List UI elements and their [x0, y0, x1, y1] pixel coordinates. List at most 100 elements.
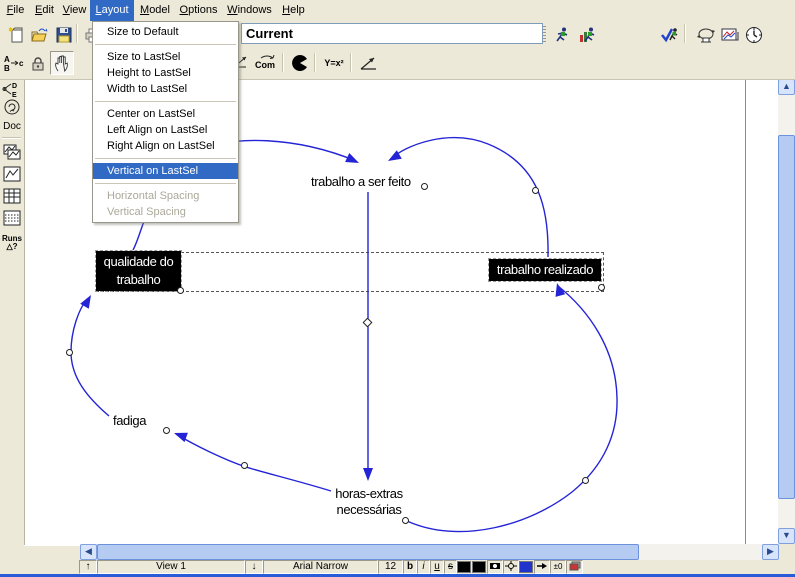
- text-color-swatch[interactable]: [457, 561, 471, 573]
- open-model-button[interactable]: [27, 23, 51, 47]
- menu-item-size-to-lastsel[interactable]: Size to LastSel: [93, 49, 238, 65]
- horizontal-scroll-thumb[interactable]: [97, 544, 639, 560]
- page-boundary-line: [745, 80, 746, 544]
- variable-handle[interactable]: [177, 287, 184, 294]
- lock-tool-button[interactable]: [26, 51, 50, 75]
- causal-loop-button[interactable]: [694, 23, 718, 47]
- table-time-down-button[interactable]: [1, 208, 23, 228]
- toolbar-separator: [684, 24, 686, 43]
- menu-windows[interactable]: Windows: [224, 0, 275, 21]
- menu-layout[interactable]: Layout: [90, 0, 134, 21]
- shape-style-button[interactable]: [487, 560, 503, 574]
- vensim-window: File Edit View Layout Model Options Wind…: [0, 0, 795, 577]
- scroll-right-button[interactable]: ▶: [762, 544, 779, 560]
- causes-strip-button[interactable]: [1, 142, 23, 162]
- font-name[interactable]: Arial Narrow: [263, 560, 378, 574]
- menu-item-horizontal-spacing[interactable]: Horizontal Spacing: [93, 188, 238, 204]
- scroll-down-button[interactable]: ▼: [778, 528, 795, 544]
- loops-button[interactable]: [1, 97, 23, 117]
- arc-handle[interactable]: [532, 187, 539, 194]
- runner-icon: [553, 26, 571, 44]
- menu-item-width-to-lastsel[interactable]: Width to LastSel: [93, 81, 238, 97]
- variable-handle[interactable]: [163, 427, 170, 434]
- graph-button[interactable]: [1, 164, 23, 184]
- variable-handle[interactable]: [421, 183, 428, 190]
- box-color-swatch[interactable]: [472, 561, 486, 573]
- new-page-icon: [8, 27, 25, 44]
- vertical-scrollbar[interactable]: ▲ ▼: [778, 79, 795, 544]
- simulate-button[interactable]: [550, 23, 574, 47]
- layout-menu: Size to Default Size to LastSel Height t…: [92, 21, 239, 223]
- menu-item-height-to-lastsel[interactable]: Height to LastSel: [93, 65, 238, 81]
- view-up-button[interactable]: ↑: [79, 560, 97, 574]
- save-model-button[interactable]: [52, 23, 76, 47]
- causes-tree-icon: D E: [2, 81, 22, 98]
- scroll-up-button[interactable]: ▲: [778, 79, 795, 95]
- arc-handle[interactable]: [582, 477, 589, 484]
- run-name-field[interactable]: Current: [241, 23, 543, 44]
- fill-color-swatch[interactable]: [519, 561, 533, 573]
- check-model-button[interactable]: [658, 23, 682, 47]
- menu-model[interactable]: Model: [137, 0, 173, 21]
- horizontal-scrollbar[interactable]: ◀ ▶: [80, 544, 778, 560]
- menu-item-vertical-on-lastsel[interactable]: Vertical on LastSel: [93, 163, 238, 179]
- arc-handle[interactable]: [66, 349, 73, 356]
- menu-view[interactable]: View: [60, 0, 89, 21]
- view-name[interactable]: View 1: [97, 560, 245, 574]
- variable-qualidade-do-trabalho[interactable]: qualidade do trabalho: [96, 251, 181, 291]
- window-layers-button[interactable]: [566, 560, 583, 574]
- delete-tool-button[interactable]: [288, 51, 312, 75]
- variable-trabalho-a-ser-feito[interactable]: trabalho a ser feito: [311, 174, 411, 189]
- toolbar-grip[interactable]: [543, 26, 546, 42]
- menu-edit[interactable]: Edit: [31, 0, 58, 21]
- arrow-style-button[interactable]: [534, 560, 550, 574]
- comment-tool-button[interactable]: Com: [252, 51, 280, 75]
- vertical-scroll-thumb[interactable]: [778, 135, 795, 499]
- time-axis-button[interactable]: [742, 23, 766, 47]
- arc-handle[interactable]: [241, 462, 248, 469]
- menu-help[interactable]: Help: [278, 0, 309, 21]
- variable-handle[interactable]: [598, 284, 605, 291]
- menu-item-size-to-default[interactable]: Size to Default: [93, 24, 238, 40]
- underline-button[interactable]: u: [430, 560, 444, 574]
- variable-handle[interactable]: [402, 517, 409, 524]
- graph-tool-button[interactable]: [718, 23, 742, 47]
- adjust-button[interactable]: ±0: [550, 560, 566, 574]
- variable-trabalho-realizado[interactable]: trabalho realizado: [489, 259, 601, 281]
- strike-button[interactable]: s: [444, 560, 457, 574]
- variable-tool-button[interactable]: A B c: [2, 51, 26, 75]
- causes-tree-button[interactable]: D E: [1, 79, 23, 99]
- check-runner-icon: [660, 26, 680, 44]
- analysis-toolbar: D E Doc: [0, 79, 25, 545]
- menu-item-center-on-lastsel[interactable]: Center on LastSel: [93, 106, 238, 122]
- font-size[interactable]: 12: [378, 560, 403, 574]
- table-button[interactable]: [1, 186, 23, 206]
- crosshair-icon: [505, 561, 517, 571]
- simulate-setup-button[interactable]: [576, 23, 600, 47]
- reference-mode-button[interactable]: [356, 51, 382, 75]
- svg-text:c: c: [19, 59, 24, 68]
- svg-text:B: B: [4, 64, 10, 73]
- move-tool-button[interactable]: [50, 51, 74, 75]
- position-button[interactable]: [503, 560, 519, 574]
- scroll-left-button[interactable]: ◀: [80, 544, 97, 560]
- menu-options[interactable]: Options: [176, 0, 221, 21]
- menu-file[interactable]: File: [2, 0, 29, 21]
- view-down-button[interactable]: ↓: [245, 560, 263, 574]
- save-floppy-icon: [56, 27, 72, 43]
- equations-tool-button[interactable]: Y=x²: [320, 51, 348, 75]
- runs-compare-button[interactable]: Runs △?: [1, 231, 23, 255]
- table-icon: [3, 188, 22, 205]
- variable-fadiga[interactable]: fadiga: [113, 413, 146, 428]
- menu-item-vertical-spacing[interactable]: Vertical Spacing: [93, 204, 238, 220]
- italic-button[interactable]: i: [417, 560, 430, 574]
- menu-item-right-align-on-lastsel[interactable]: Right Align on LastSel: [93, 138, 238, 154]
- svg-text:D: D: [12, 83, 17, 90]
- bold-button[interactable]: b: [403, 560, 417, 574]
- document-button[interactable]: Doc: [1, 117, 23, 137]
- menu-item-left-align-on-lastsel[interactable]: Left Align on LastSel: [93, 122, 238, 138]
- status-bar: ↑ View 1 ↓ Arial Narrow 12 b i u s: [0, 560, 795, 574]
- loop-arrows-icon: [696, 26, 716, 44]
- variable-horas-extras-necessarias[interactable]: horas-extras necessárias: [325, 486, 413, 518]
- new-model-button[interactable]: [4, 23, 28, 47]
